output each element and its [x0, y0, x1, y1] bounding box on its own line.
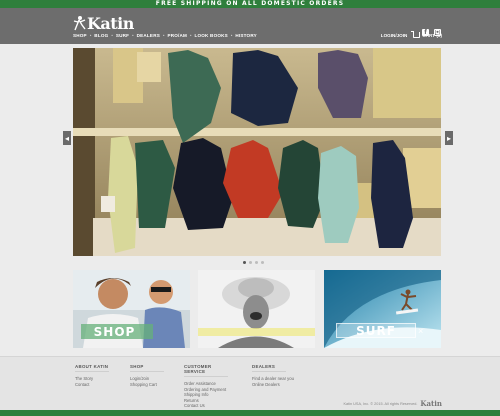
promo-text: FREE SHIPPING ON ALL DOMESTIC ORDERS [155, 0, 345, 7]
facebook-icon[interactable]: f [422, 29, 429, 36]
close-icon: × [418, 326, 424, 336]
surf-tile-label: SURF [356, 324, 396, 338]
footer-heading: CUSTOMER SERVICE [184, 364, 228, 377]
footer-col-dealers: DEALERS Find a dealer near you Online De… [252, 364, 294, 387]
footer-link-online-dealers[interactable]: Online Dealers [252, 382, 294, 388]
footer-link-contact-us[interactable]: Contact Us [184, 403, 228, 409]
feature-tiles: SHOP SURF × [73, 270, 441, 348]
copyright-text: Katin USA, Inc. © 2015. All rights Reser… [343, 401, 418, 406]
footer-link-cart[interactable]: Shopping Cart [130, 382, 164, 388]
footer-col-shop: SHOP Login/Join Shopping Cart [130, 364, 164, 387]
instagram-icon[interactable]: ◘ [434, 29, 441, 36]
surfer-logo-icon [73, 16, 86, 31]
chevron-right-icon: ▸ [446, 133, 451, 143]
nav-look-books[interactable]: LOOK BOOKS [195, 33, 228, 38]
hanging-shirts-photo [73, 48, 441, 256]
site-footer: ABOUT KATIN The Story Contact SHOP Login… [0, 356, 500, 416]
portrait-tile[interactable] [198, 270, 315, 348]
nav-surf[interactable]: SURF [116, 33, 129, 38]
footer-col-about: ABOUT KATIN The Story Contact [75, 364, 109, 387]
carousel-prev-button[interactable]: ◂ [63, 131, 71, 145]
login-link[interactable]: LOGIN/JOIN [381, 33, 408, 38]
copyright: Katin USA, Inc. © 2015. All rights Reser… [343, 399, 442, 408]
nav-pro-am[interactable]: PRO/AM [167, 33, 187, 38]
footer-heading: SHOP [130, 364, 164, 372]
footer-logo: Katin [420, 399, 442, 408]
main-nav: SHOP • BLOG • SURF • DEALERS • PRO/AM • LOOK … [73, 33, 257, 38]
hero-carousel-image [73, 48, 441, 256]
carousel-dot[interactable] [243, 261, 246, 264]
nav-blog[interactable]: BLOG [94, 33, 108, 38]
footer-heading: DEALERS [252, 364, 286, 372]
brand-name: Katin [87, 13, 134, 33]
nav-history[interactable]: HISTORY [235, 33, 257, 38]
site-header: Katin SHOP • BLOG • SURF • DEALERS • PRO/AM •… [0, 8, 500, 44]
promo-banner: FREE SHIPPING ON ALL DOMESTIC ORDERS [0, 0, 500, 8]
footer-link-find-dealer[interactable]: Find a dealer near you [252, 376, 294, 382]
hat-portrait-photo [198, 270, 315, 348]
social-icons: f ◘ [422, 29, 441, 36]
carousel-dot[interactable] [249, 261, 252, 264]
carousel-pagination [243, 261, 264, 264]
carousel-dot[interactable] [255, 261, 258, 264]
footer-link-contact[interactable]: Contact [75, 382, 109, 388]
shop-tile[interactable]: SHOP [73, 270, 190, 348]
footer-heading: ABOUT KATIN [75, 364, 109, 372]
footer-col-customer-service: CUSTOMER SERVICE Order Assistance Orderi… [184, 364, 228, 409]
surf-tile[interactable]: SURF × [324, 270, 441, 348]
bottom-bar [0, 410, 500, 416]
nav-dealers[interactable]: DEALERS [137, 33, 160, 38]
katin-logo[interactable]: Katin [73, 13, 134, 33]
carousel-next-button[interactable]: ▸ [445, 131, 453, 145]
carousel-dot[interactable] [261, 261, 264, 264]
chevron-left-icon: ◂ [64, 133, 69, 143]
cart-icon [411, 31, 421, 38]
nav-shop[interactable]: SHOP [73, 33, 87, 38]
shop-tile-label: SHOP [93, 325, 136, 339]
